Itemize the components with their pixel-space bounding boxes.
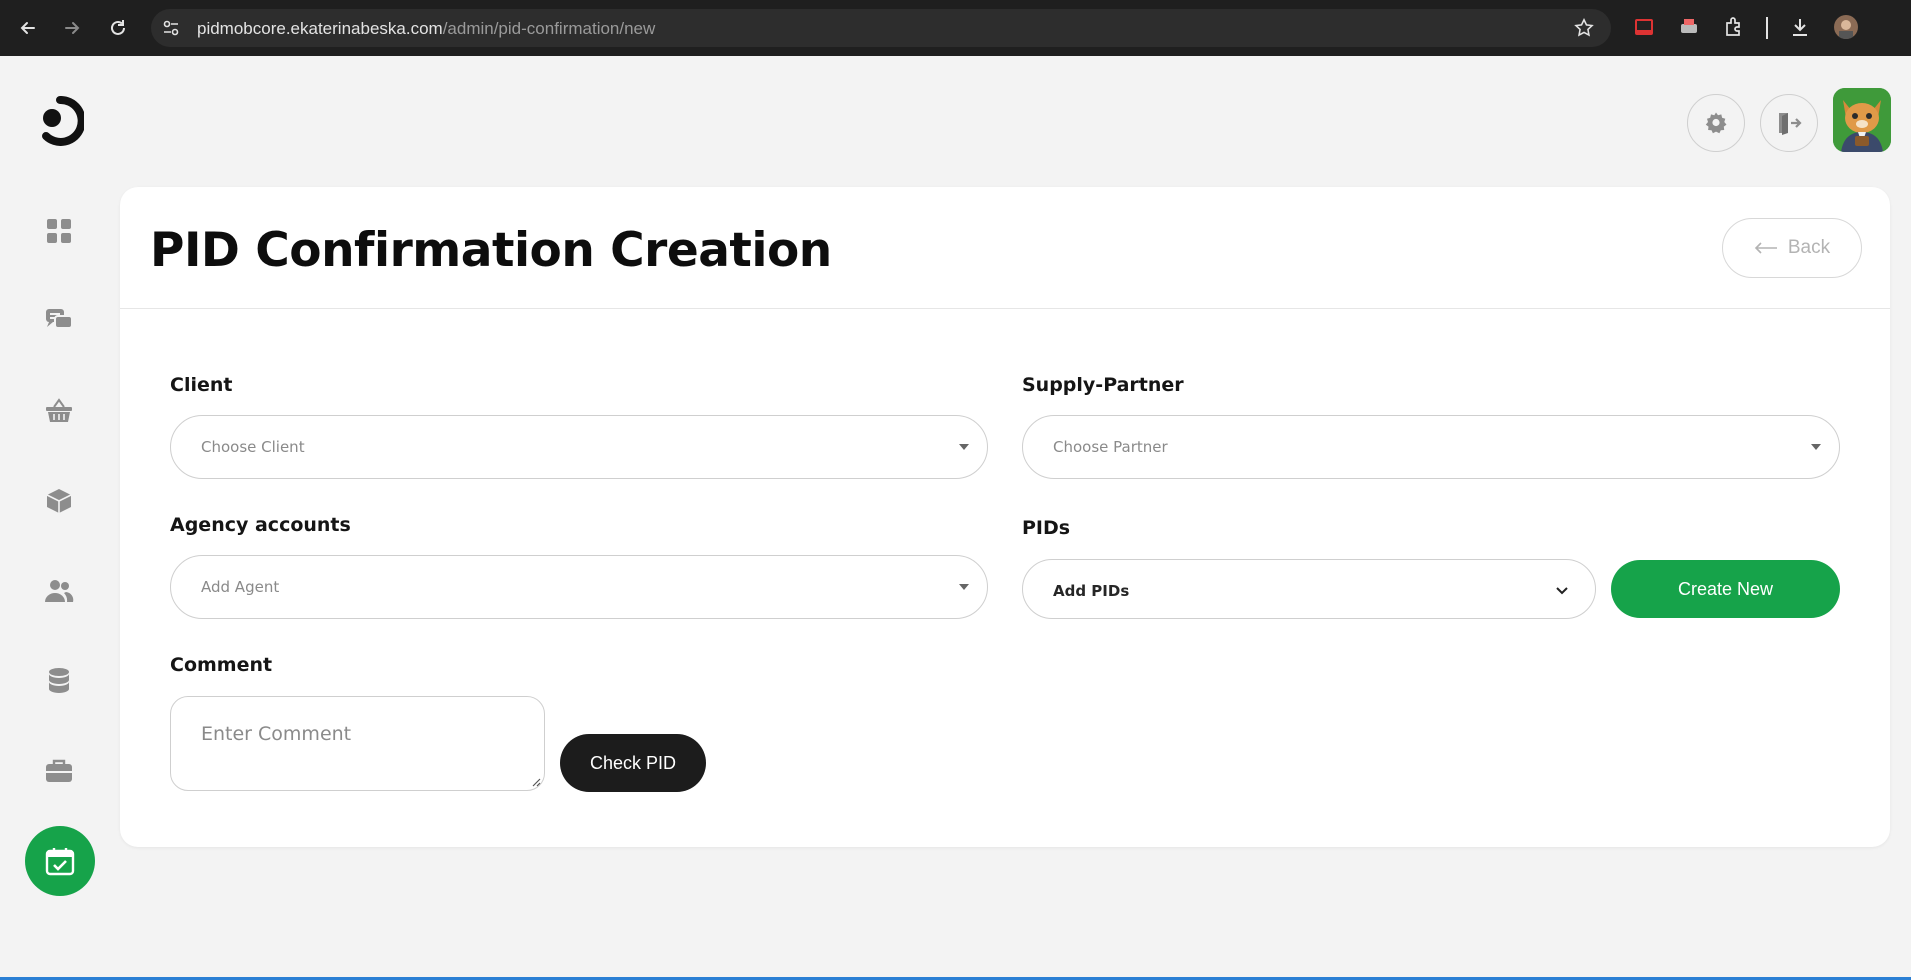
calendar-check-icon: [45, 848, 75, 876]
agency-accounts-placeholder: Add Agent: [201, 578, 280, 596]
back-button-label: Back: [1787, 237, 1831, 258]
dashboard-grid-icon[interactable]: [44, 216, 74, 246]
download-icon[interactable]: [1788, 15, 1812, 39]
agency-accounts-label: Agency accounts: [170, 514, 351, 536]
box-icon[interactable]: [44, 486, 74, 516]
card-header: PID Confirmation Creation Back: [120, 187, 1890, 309]
supply-partner-label: Supply-Partner: [1022, 374, 1184, 396]
reload-icon[interactable]: [102, 12, 134, 44]
forward-arrow-icon[interactable]: [56, 12, 88, 44]
back-arrow-icon[interactable]: [12, 12, 44, 44]
site-settings-icon[interactable]: [161, 18, 181, 38]
back-button[interactable]: Back: [1722, 218, 1862, 278]
client-select[interactable]: Choose Client: [170, 415, 988, 479]
comment-label: Comment: [170, 654, 273, 676]
comment-textarea[interactable]: Enter Comment: [170, 696, 545, 791]
logout-door-icon: [1779, 113, 1802, 135]
chat-bubbles-icon[interactable]: [44, 305, 74, 335]
resize-grip-icon[interactable]: [532, 778, 541, 787]
profile-avatar-icon[interactable]: [1834, 15, 1858, 39]
browser-toolbar: pidmobcore.ekaterinabeska.com/admin/pid-…: [0, 0, 1911, 56]
agency-accounts-select[interactable]: Add Agent: [170, 555, 988, 619]
app-logo[interactable]: [36, 96, 84, 146]
comment-placeholder: Enter Comment: [201, 723, 352, 745]
gear-icon: [1705, 112, 1727, 134]
users-icon[interactable]: [44, 576, 74, 606]
client-label: Client: [170, 374, 233, 396]
check-pid-button[interactable]: Check PID: [560, 734, 706, 792]
page-title: PID Confirmation Creation: [150, 223, 832, 278]
toolbar-divider: [1766, 17, 1768, 39]
user-avatar[interactable]: [1833, 88, 1891, 152]
form-card: PID Confirmation Creation Back Client Ch…: [120, 187, 1890, 847]
bookmark-star-icon[interactable]: [1573, 17, 1595, 39]
arrow-left-icon: [1754, 242, 1777, 254]
extension-print-icon[interactable]: [1677, 15, 1701, 39]
pids-select[interactable]: Add PIDs: [1022, 559, 1596, 619]
pids-label: PIDs: [1022, 517, 1071, 539]
client-placeholder: Choose Client: [201, 438, 305, 456]
address-bar[interactable]: pidmobcore.ekaterinabeska.com/admin/pid-…: [151, 9, 1611, 47]
briefcase-icon[interactable]: [44, 756, 74, 786]
caret-down-icon: [959, 444, 969, 450]
basket-icon[interactable]: [44, 396, 74, 426]
url-text: pidmobcore.ekaterinabeska.com/admin/pid-…: [197, 19, 656, 38]
caret-down-icon: [959, 584, 969, 590]
extensions-puzzle-icon[interactable]: [1722, 15, 1746, 39]
sidebar-item-pid-confirmation[interactable]: [25, 826, 95, 896]
database-icon[interactable]: [44, 666, 74, 696]
supply-partner-select[interactable]: Choose Partner: [1022, 415, 1840, 479]
logout-button[interactable]: [1760, 94, 1818, 152]
pids-placeholder: Add PIDs: [1053, 582, 1130, 600]
create-new-button[interactable]: Create New: [1611, 560, 1840, 618]
settings-button[interactable]: [1687, 94, 1745, 152]
chevron-down-icon: [1556, 587, 1568, 595]
supply-partner-placeholder: Choose Partner: [1053, 438, 1168, 456]
extension-red-icon[interactable]: [1632, 15, 1656, 39]
caret-down-icon: [1811, 444, 1821, 450]
